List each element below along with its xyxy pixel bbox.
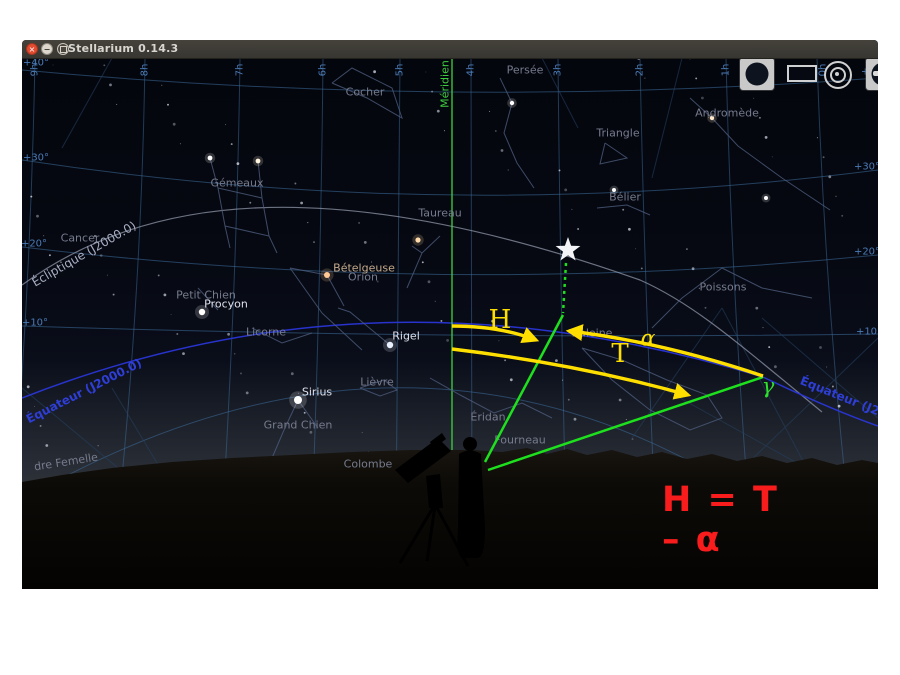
- title-bar: × − Stellarium 0.14.3: [22, 40, 878, 59]
- ground-silhouette: [22, 448, 878, 589]
- image-frame-icon[interactable]: [787, 65, 817, 82]
- ocular-circle: [746, 63, 769, 86]
- sky-viewport[interactable]: Méridien Écliptique (J2000.0) Équateur (…: [22, 58, 878, 589]
- minimize-button[interactable]: −: [41, 43, 53, 55]
- target-center-dot: [835, 72, 839, 76]
- maximize-glyph: [60, 46, 67, 53]
- target-circles-icon[interactable]: [822, 59, 852, 89]
- ground-canvas: [22, 58, 878, 589]
- stellarium-window: Méridien Écliptique (J2000.0) Équateur (…: [22, 40, 878, 589]
- wrench-bar: [873, 71, 878, 76]
- settings-wrench-icon[interactable]: [866, 58, 878, 90]
- window-title: Stellarium 0.14.3: [68, 42, 178, 55]
- close-button[interactable]: ×: [26, 43, 38, 55]
- ocular-view-icon[interactable]: [740, 58, 774, 90]
